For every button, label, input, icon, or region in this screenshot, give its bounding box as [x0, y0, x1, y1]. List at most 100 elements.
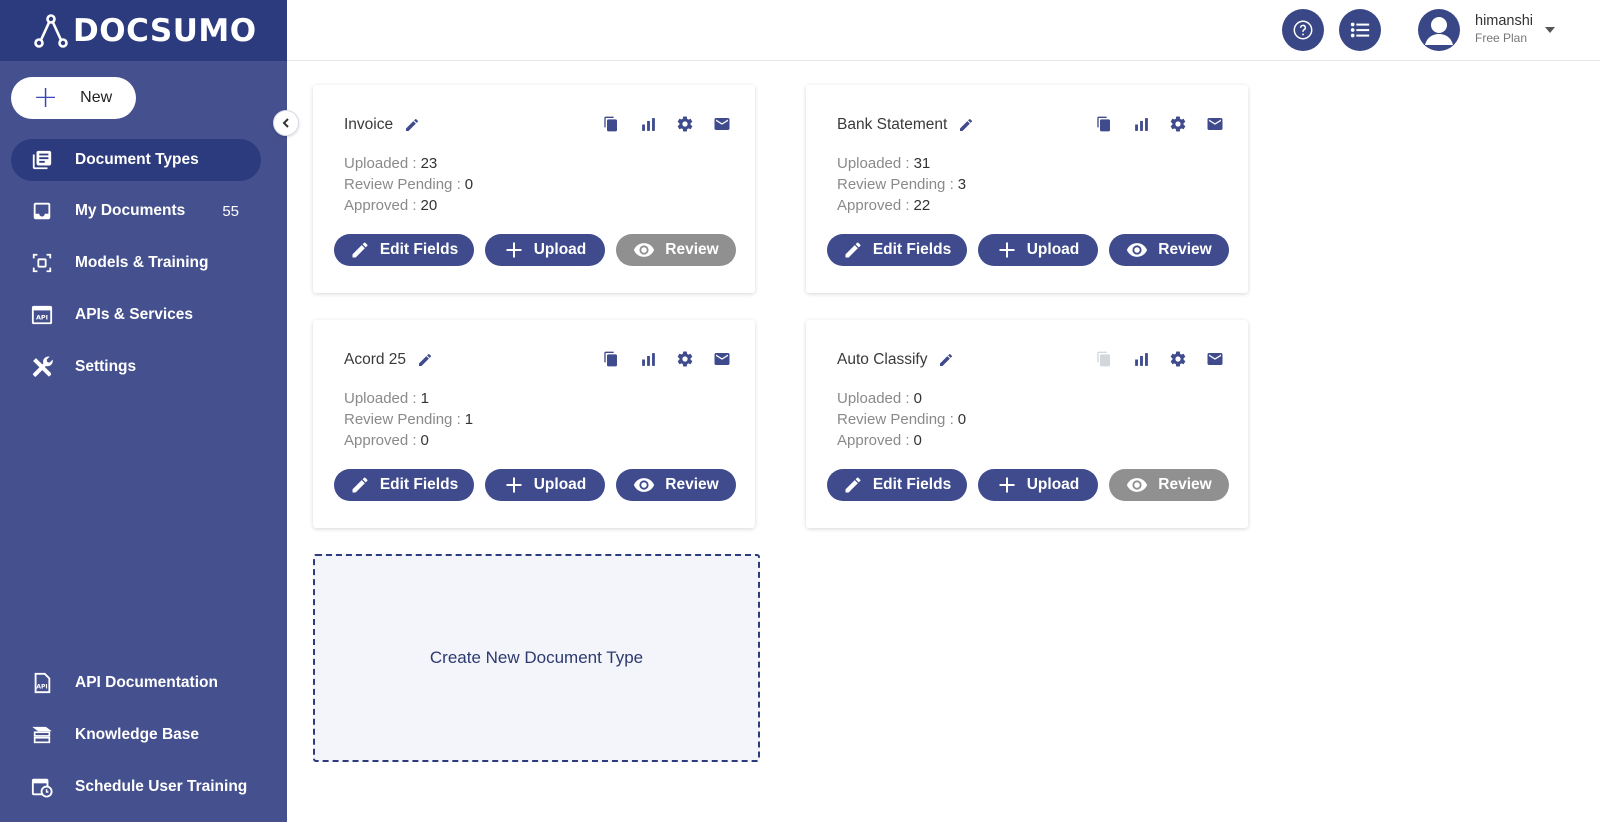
stat-approved: Approved :22 [837, 195, 966, 216]
upload-button[interactable]: Upload [978, 234, 1098, 266]
stat-approved: Approved :20 [344, 195, 473, 216]
tools-icon [30, 355, 54, 379]
stat-value: 31 [913, 155, 931, 172]
sidebar-item-apis-services[interactable]: API APIs & Services [11, 294, 261, 336]
stat-value: 0 [464, 176, 474, 193]
gear-icon[interactable] [1169, 115, 1187, 133]
stat-value: 0 [913, 390, 922, 407]
copy-icon[interactable] [1095, 115, 1113, 133]
help-button[interactable] [1282, 9, 1324, 51]
edit-fields-button[interactable]: Edit Fields [334, 234, 474, 266]
sidebar-item-schedule-user-training[interactable]: Schedule User Training [11, 766, 261, 808]
button-label: Edit Fields [872, 241, 952, 258]
card-title-row: Acord 25 [344, 351, 433, 369]
stat-approved: Approved :0 [344, 430, 473, 451]
logo[interactable]: DOCSUMO [0, 0, 287, 61]
plus-icon [504, 475, 524, 495]
stat-label: Review Pending : [837, 411, 954, 428]
email-icon[interactable] [713, 115, 731, 133]
upload-button[interactable]: Upload [485, 469, 605, 501]
card-title: Invoice [344, 116, 394, 133]
email-icon[interactable] [1206, 350, 1224, 368]
gear-icon[interactable] [676, 115, 694, 133]
card-buttons: Edit Fields Upload Review [827, 234, 1229, 266]
button-label: Review [665, 241, 719, 258]
upload-button[interactable]: Upload [978, 469, 1098, 501]
card-stats: Uploaded :31 Review Pending :3 Approved … [837, 153, 966, 216]
sidebar-item-api-documentation[interactable]: API API Documentation [11, 662, 261, 704]
edit-title-icon[interactable] [417, 352, 433, 368]
stat-label: Approved : [344, 197, 417, 214]
sidebar-item-label: Schedule User Training [75, 778, 248, 795]
stat-label: Review Pending : [344, 176, 461, 193]
create-new-label: Create New Document Type [429, 648, 644, 667]
review-button[interactable]: Review [1109, 469, 1229, 501]
avatar[interactable] [1418, 9, 1460, 51]
stat-label: Review Pending : [837, 176, 954, 193]
stat-value: 1 [420, 390, 429, 407]
document-type-card: Acord 25 Uploaded :1 Review Pending :1 A… [313, 320, 755, 528]
card-buttons: Edit Fields Upload Review [334, 234, 736, 266]
stat-review-pending: Review Pending :0 [344, 174, 473, 195]
sidebar-item-label: Models & Training [75, 254, 209, 271]
new-button[interactable]: + New [11, 77, 136, 119]
user-name: himanshi [1475, 13, 1534, 29]
button-label: Edit Fields [872, 476, 952, 493]
edit-title-icon[interactable] [938, 352, 954, 368]
button-label: Review [1158, 241, 1212, 258]
collapse-sidebar-button[interactable] [273, 110, 299, 136]
create-new-document-type-button[interactable]: Create New Document Type [313, 554, 760, 762]
edit-fields-button[interactable]: Edit Fields [334, 469, 474, 501]
button-label: Upload [533, 241, 587, 258]
edit-fields-button[interactable]: Edit Fields [827, 469, 967, 501]
plus-icon [997, 475, 1017, 495]
edit-fields-button[interactable]: Edit Fields [827, 234, 967, 266]
sidebar-item-knowledge-base[interactable]: Knowledge Base [11, 714, 261, 756]
sidebar-item-settings[interactable]: Settings [11, 346, 261, 388]
stat-label: Approved : [837, 197, 910, 214]
review-button[interactable]: Review [616, 234, 736, 266]
pencil-icon [843, 240, 863, 260]
document-type-card: Auto Classify Uploaded :0 Review Pending… [806, 320, 1248, 528]
bar-chart-icon[interactable] [639, 115, 657, 133]
stat-value: 22 [913, 197, 931, 214]
card-title: Acord 25 [344, 351, 407, 368]
sidebar: DOCSUMO + New Document Types My Document… [0, 0, 287, 822]
email-icon[interactable] [1206, 115, 1224, 133]
bar-chart-icon[interactable] [1132, 350, 1150, 368]
bar-chart-icon[interactable] [1132, 115, 1150, 133]
copy-icon[interactable] [602, 350, 620, 368]
sidebar-item-label: Knowledge Base [75, 726, 200, 743]
activity-list-button[interactable] [1339, 9, 1381, 51]
document-count-badge: 55 [222, 202, 239, 220]
edit-title-icon[interactable] [404, 117, 420, 133]
stat-label: Uploaded : [837, 390, 910, 407]
gear-icon[interactable] [676, 350, 694, 368]
sidebar-item-models-training[interactable]: Models & Training [11, 242, 261, 284]
bar-chart-icon[interactable] [639, 350, 657, 368]
review-button[interactable]: Review [616, 469, 736, 501]
edit-title-icon[interactable] [958, 117, 974, 133]
copy-icon[interactable] [1095, 350, 1113, 368]
card-title: Bank Statement [837, 116, 948, 133]
stat-value: 1 [464, 411, 474, 428]
copy-icon[interactable] [602, 115, 620, 133]
stat-review-pending: Review Pending :0 [837, 409, 966, 430]
list-icon [1350, 22, 1370, 38]
eye-icon [633, 239, 655, 261]
api-doc-icon: API [30, 671, 54, 695]
pencil-icon [843, 475, 863, 495]
svg-text:API: API [36, 314, 48, 322]
card-stats: Uploaded :0 Review Pending :0 Approved :… [837, 388, 966, 451]
document-type-card: Invoice Uploaded :23 Review Pending :0 A… [313, 85, 755, 293]
sidebar-item-my-documents[interactable]: My Documents 55 [11, 190, 261, 232]
card-actions [602, 115, 731, 133]
sidebar-item-document-types[interactable]: Document Types [11, 139, 261, 181]
review-button[interactable]: Review [1109, 234, 1229, 266]
email-icon[interactable] [713, 350, 731, 368]
gear-icon[interactable] [1169, 350, 1187, 368]
upload-button[interactable]: Upload [485, 234, 605, 266]
inbox-icon [30, 199, 54, 223]
chevron-down-icon[interactable] [1545, 27, 1555, 33]
document-type-card: Bank Statement Uploaded :31 Review Pendi… [806, 85, 1248, 293]
